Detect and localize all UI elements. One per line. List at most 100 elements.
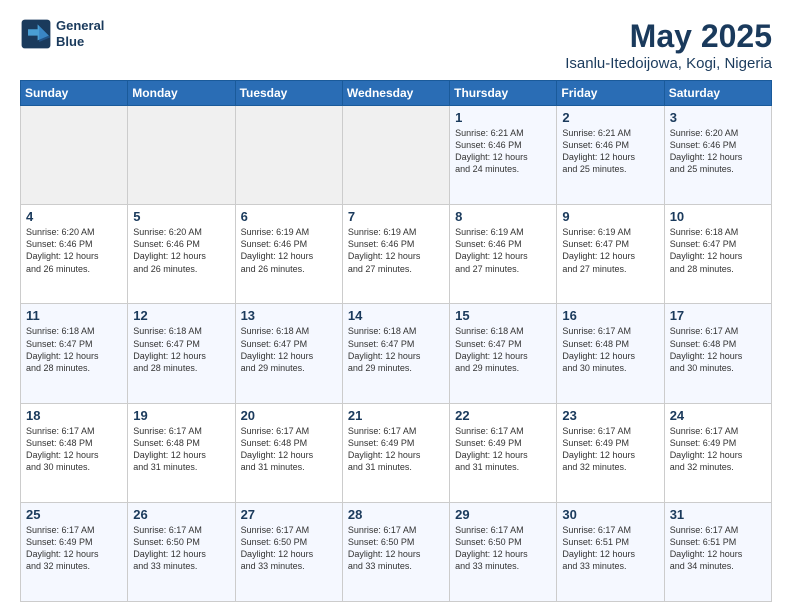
calendar-cell: 4 Sunrise: 6:20 AM Sunset: 6:46 PM Daylig… <box>21 205 128 304</box>
day-info: Sunrise: 6:19 AM Sunset: 6:47 PM Dayligh… <box>562 226 658 275</box>
calendar-cell: 9 Sunrise: 6:19 AM Sunset: 6:47 PM Daylig… <box>557 205 664 304</box>
day-info: Sunrise: 6:17 AM Sunset: 6:48 PM Dayligh… <box>562 325 658 374</box>
day-info: Sunrise: 6:18 AM Sunset: 6:47 PM Dayligh… <box>26 325 122 374</box>
title-block: May 2025 Isanlu-Itedoijowa, Kogi, Nigeri… <box>565 18 772 72</box>
day-info: Sunrise: 6:18 AM Sunset: 6:47 PM Dayligh… <box>241 325 337 374</box>
calendar-cell <box>342 106 449 205</box>
col-header-tuesday: Tuesday <box>235 81 342 106</box>
calendar-cell: 5 Sunrise: 6:20 AM Sunset: 6:46 PM Daylig… <box>128 205 235 304</box>
page: General Blue May 2025 Isanlu-Itedoijowa,… <box>0 0 792 612</box>
calendar-cell: 26 Sunrise: 6:17 AM Sunset: 6:50 PM Dayli… <box>128 502 235 601</box>
day-info: Sunrise: 6:17 AM Sunset: 6:50 PM Dayligh… <box>455 524 551 573</box>
calendar-cell: 15 Sunrise: 6:18 AM Sunset: 6:47 PM Dayli… <box>450 304 557 403</box>
calendar-cell: 11Sunrise: 6:18 AM Sunset: 6:47 PM Dayli… <box>21 304 128 403</box>
location-title: Isanlu-Itedoijowa, Kogi, Nigeria <box>565 55 772 72</box>
day-number: 23 <box>562 408 658 423</box>
day-number: 28 <box>348 507 444 522</box>
calendar-cell: 8 Sunrise: 6:19 AM Sunset: 6:46 PM Daylig… <box>450 205 557 304</box>
day-number: 8 <box>455 209 551 224</box>
day-info: Sunrise: 6:19 AM Sunset: 6:46 PM Dayligh… <box>348 226 444 275</box>
day-info: Sunrise: 6:18 AM Sunset: 6:47 PM Dayligh… <box>348 325 444 374</box>
day-number: 25 <box>26 507 122 522</box>
day-info: Sunrise: 6:17 AM Sunset: 6:49 PM Dayligh… <box>562 425 658 474</box>
day-number: 22 <box>455 408 551 423</box>
logo: General Blue <box>20 18 104 50</box>
day-info: Sunrise: 6:18 AM Sunset: 6:47 PM Dayligh… <box>133 325 229 374</box>
calendar-week-5: 25 Sunrise: 6:17 AM Sunset: 6:49 PM Dayli… <box>21 502 772 601</box>
day-number: 12 <box>133 308 229 323</box>
calendar-cell: 28 Sunrise: 6:17 AM Sunset: 6:50 PM Dayli… <box>342 502 449 601</box>
logo-text: General Blue <box>56 18 104 49</box>
calendar-cell: 17Sunrise: 6:17 AM Sunset: 6:48 PM Dayli… <box>664 304 771 403</box>
day-number: 14 <box>348 308 444 323</box>
day-info: Sunrise: 6:17 AM Sunset: 6:51 PM Dayligh… <box>670 524 766 573</box>
calendar-cell: 1Sunrise: 6:21 AM Sunset: 6:46 PM Daylig… <box>450 106 557 205</box>
day-info: Sunrise: 6:17 AM Sunset: 6:50 PM Dayligh… <box>241 524 337 573</box>
day-info: Sunrise: 6:21 AM Sunset: 6:46 PM Dayligh… <box>455 127 551 176</box>
calendar-cell: 21 Sunrise: 6:17 AM Sunset: 6:49 PM Dayli… <box>342 403 449 502</box>
day-info: Sunrise: 6:17 AM Sunset: 6:48 PM Dayligh… <box>133 425 229 474</box>
day-info: Sunrise: 6:17 AM Sunset: 6:50 PM Dayligh… <box>133 524 229 573</box>
calendar-cell: 3Sunrise: 6:20 AM Sunset: 6:46 PM Daylig… <box>664 106 771 205</box>
calendar-table: SundayMondayTuesdayWednesdayThursdayFrid… <box>20 80 772 602</box>
day-info: Sunrise: 6:17 AM Sunset: 6:49 PM Dayligh… <box>455 425 551 474</box>
calendar-cell: 13 Sunrise: 6:18 AM Sunset: 6:47 PM Dayli… <box>235 304 342 403</box>
calendar-cell: 20Sunrise: 6:17 AM Sunset: 6:48 PM Dayli… <box>235 403 342 502</box>
day-info: Sunrise: 6:17 AM Sunset: 6:49 PM Dayligh… <box>670 425 766 474</box>
day-info: Sunrise: 6:17 AM Sunset: 6:49 PM Dayligh… <box>26 524 122 573</box>
calendar-cell: 30Sunrise: 6:17 AM Sunset: 6:51 PM Dayli… <box>557 502 664 601</box>
day-number: 26 <box>133 507 229 522</box>
calendar-cell: 14 Sunrise: 6:18 AM Sunset: 6:47 PM Dayli… <box>342 304 449 403</box>
calendar-cell: 22 Sunrise: 6:17 AM Sunset: 6:49 PM Dayli… <box>450 403 557 502</box>
calendar-cell <box>128 106 235 205</box>
calendar-cell: 19 Sunrise: 6:17 AM Sunset: 6:48 PM Dayli… <box>128 403 235 502</box>
calendar-week-2: 4 Sunrise: 6:20 AM Sunset: 6:46 PM Daylig… <box>21 205 772 304</box>
day-number: 18 <box>26 408 122 423</box>
day-info: Sunrise: 6:20 AM Sunset: 6:46 PM Dayligh… <box>133 226 229 275</box>
calendar-cell: 18 Sunrise: 6:17 AM Sunset: 6:48 PM Dayli… <box>21 403 128 502</box>
day-info: Sunrise: 6:17 AM Sunset: 6:48 PM Dayligh… <box>670 325 766 374</box>
day-info: Sunrise: 6:20 AM Sunset: 6:46 PM Dayligh… <box>26 226 122 275</box>
day-number: 24 <box>670 408 766 423</box>
day-number: 16 <box>562 308 658 323</box>
calendar-cell: 31Sunrise: 6:17 AM Sunset: 6:51 PM Dayli… <box>664 502 771 601</box>
calendar-cell <box>21 106 128 205</box>
day-number: 3 <box>670 110 766 125</box>
header: General Blue May 2025 Isanlu-Itedoijowa,… <box>20 18 772 72</box>
day-number: 29 <box>455 507 551 522</box>
day-number: 9 <box>562 209 658 224</box>
day-info: Sunrise: 6:18 AM Sunset: 6:47 PM Dayligh… <box>455 325 551 374</box>
calendar-cell: 16 Sunrise: 6:17 AM Sunset: 6:48 PM Dayli… <box>557 304 664 403</box>
day-number: 6 <box>241 209 337 224</box>
day-number: 15 <box>455 308 551 323</box>
day-number: 5 <box>133 209 229 224</box>
day-number: 2 <box>562 110 658 125</box>
day-info: Sunrise: 6:17 AM Sunset: 6:50 PM Dayligh… <box>348 524 444 573</box>
calendar-week-4: 18 Sunrise: 6:17 AM Sunset: 6:48 PM Dayli… <box>21 403 772 502</box>
calendar-cell: 25 Sunrise: 6:17 AM Sunset: 6:49 PM Dayli… <box>21 502 128 601</box>
col-header-saturday: Saturday <box>664 81 771 106</box>
day-info: Sunrise: 6:17 AM Sunset: 6:49 PM Dayligh… <box>348 425 444 474</box>
calendar-cell: 29 Sunrise: 6:17 AM Sunset: 6:50 PM Dayli… <box>450 502 557 601</box>
calendar-header-row: SundayMondayTuesdayWednesdayThursdayFrid… <box>21 81 772 106</box>
calendar-cell: 10Sunrise: 6:18 AM Sunset: 6:47 PM Dayli… <box>664 205 771 304</box>
day-info: Sunrise: 6:17 AM Sunset: 6:48 PM Dayligh… <box>26 425 122 474</box>
calendar-week-1: 1Sunrise: 6:21 AM Sunset: 6:46 PM Daylig… <box>21 106 772 205</box>
day-number: 4 <box>26 209 122 224</box>
calendar-cell <box>235 106 342 205</box>
calendar-cell: 7Sunrise: 6:19 AM Sunset: 6:46 PM Daylig… <box>342 205 449 304</box>
calendar-cell: 12 Sunrise: 6:18 AM Sunset: 6:47 PM Dayli… <box>128 304 235 403</box>
calendar-cell: 2 Sunrise: 6:21 AM Sunset: 6:46 PM Daylig… <box>557 106 664 205</box>
day-info: Sunrise: 6:18 AM Sunset: 6:47 PM Dayligh… <box>670 226 766 275</box>
calendar-cell: 23 Sunrise: 6:17 AM Sunset: 6:49 PM Dayli… <box>557 403 664 502</box>
col-header-thursday: Thursday <box>450 81 557 106</box>
calendar-cell: 24 Sunrise: 6:17 AM Sunset: 6:49 PM Dayli… <box>664 403 771 502</box>
day-info: Sunrise: 6:19 AM Sunset: 6:46 PM Dayligh… <box>455 226 551 275</box>
day-info: Sunrise: 6:21 AM Sunset: 6:46 PM Dayligh… <box>562 127 658 176</box>
col-header-wednesday: Wednesday <box>342 81 449 106</box>
month-title: May 2025 <box>565 18 772 55</box>
col-header-monday: Monday <box>128 81 235 106</box>
day-number: 13 <box>241 308 337 323</box>
day-number: 21 <box>348 408 444 423</box>
day-number: 19 <box>133 408 229 423</box>
